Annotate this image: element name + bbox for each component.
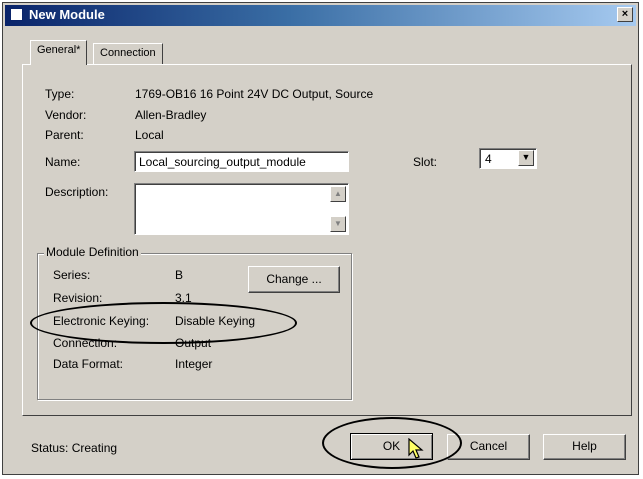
name-label: Name: — [45, 155, 81, 169]
mouse-pointer-icon — [408, 438, 424, 459]
status-text: Status: Creating — [31, 441, 118, 455]
cancel-button-label: Cancel — [469, 439, 508, 453]
description-label: Description: — [45, 185, 109, 199]
type-value: 1769-OB16 16 Point 24V DC Output, Source — [135, 87, 374, 101]
name-input-value: Local_sourcing_output_module — [139, 155, 306, 169]
series-value: B — [175, 268, 184, 282]
tab-connection[interactable]: Connection — [93, 43, 163, 64]
scroll-up-icon[interactable]: ▲ — [330, 186, 346, 202]
parent-value: Local — [135, 128, 164, 142]
slot-select-value: 4 — [485, 152, 492, 166]
close-button[interactable]: × — [617, 7, 633, 22]
connection-value: Output — [175, 336, 212, 350]
connection-label: Connection: — [53, 336, 118, 350]
tab-general-label: General* — [37, 44, 81, 56]
help-button[interactable]: Help — [543, 434, 626, 460]
name-input[interactable]: Local_sourcing_output_module — [134, 151, 349, 172]
chevron-down-icon[interactable]: ▼ — [518, 150, 534, 166]
electronic-keying-label: Electronic Keying: — [53, 314, 150, 328]
vendor-value: Allen-Bradley — [135, 108, 207, 122]
ok-button-label: OK — [382, 439, 401, 453]
vendor-label: Vendor: — [45, 108, 87, 122]
help-button-label: Help — [572, 439, 597, 453]
close-icon: × — [621, 8, 629, 20]
change-button-label: Change ... — [266, 272, 322, 286]
revision-label: Revision: — [53, 291, 103, 305]
module-definition-legend: Module Definition — [44, 245, 141, 259]
title-bar: New Module × — [5, 5, 636, 26]
slot-select[interactable]: 4 ▼ — [479, 148, 537, 169]
tab-general[interactable]: General* — [30, 40, 88, 65]
window-title: New Module — [29, 7, 105, 22]
tab-connection-label: Connection — [100, 47, 156, 59]
change-button[interactable]: Change ... — [248, 266, 340, 293]
window-icon — [10, 8, 23, 21]
parent-label: Parent: — [45, 128, 84, 142]
description-textarea[interactable]: ▲ ▼ — [134, 183, 349, 235]
revision-value: 3.1 — [175, 291, 192, 305]
cancel-button[interactable]: Cancel — [447, 434, 530, 460]
series-label: Series: — [53, 268, 91, 282]
type-label: Type: — [45, 87, 75, 101]
data-format-label: Data Format: — [53, 357, 124, 371]
data-format-value: Integer — [175, 357, 213, 371]
electronic-keying-value: Disable Keying — [175, 314, 256, 328]
scroll-down-icon[interactable]: ▼ — [330, 216, 346, 232]
slot-label: Slot: — [413, 155, 438, 169]
